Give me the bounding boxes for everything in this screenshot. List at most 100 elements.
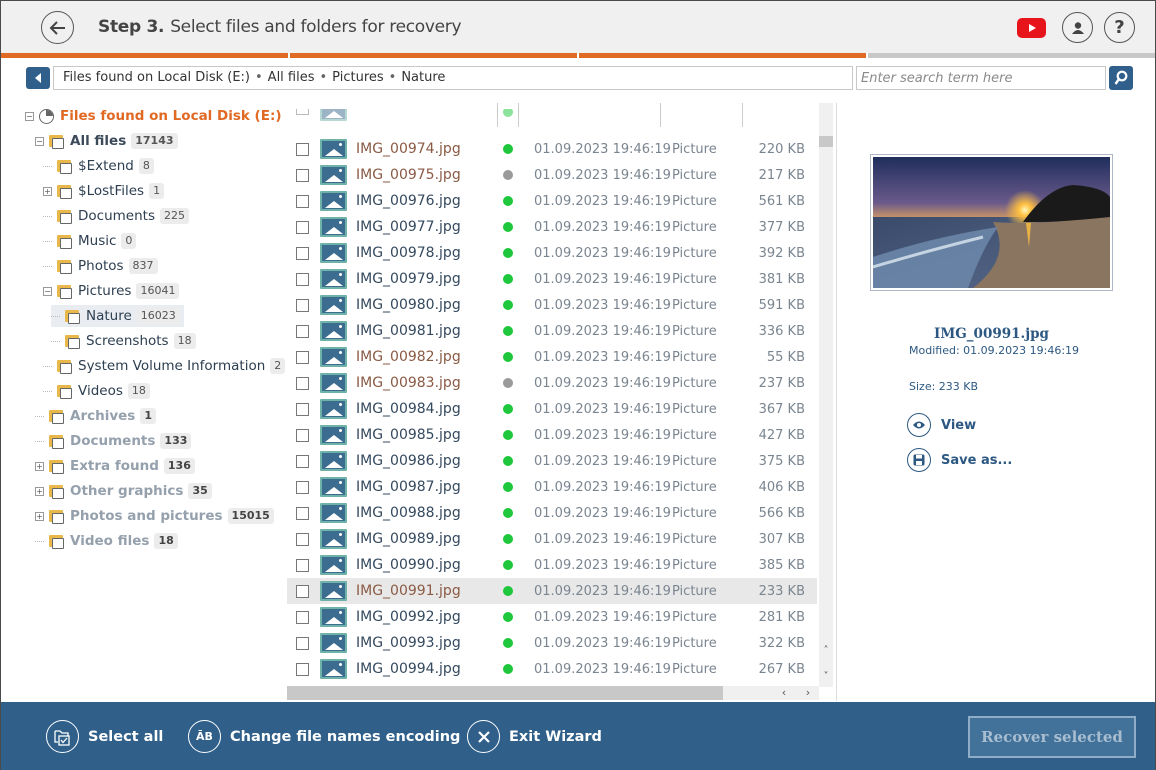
scroll-left-icon[interactable]: ‹ — [777, 686, 791, 700]
row-checkbox[interactable] — [296, 454, 309, 468]
file-row[interactable]: IMG_00978.jpg 01.09.2023 19:46:19 Picture 3… — [287, 240, 817, 266]
row-checkbox[interactable] — [296, 194, 309, 208]
file-row[interactable]: IMG_00991.jpg 01.09.2023 19:46:19 Picture 2… — [287, 578, 817, 604]
row-checkbox[interactable] — [296, 662, 309, 676]
scroll-right-icon[interactable]: › — [801, 686, 815, 700]
folder-checkbox-icon[interactable] — [57, 184, 73, 199]
file-row[interactable]: IMG_00979.jpg 01.09.2023 19:46:19 Picture 3… — [287, 266, 817, 292]
file-row[interactable]: IMG_00981.jpg 01.09.2023 19:46:19 Picture 3… — [287, 318, 817, 344]
tree-node[interactable]: Videos 18 — [43, 380, 150, 402]
tree-node[interactable]: System Volume Information 2 — [43, 355, 286, 377]
scroll-up-icon[interactable]: ˄ — [819, 644, 833, 658]
expand-icon[interactable]: + — [35, 486, 44, 496]
vertical-scroll-thumb[interactable] — [819, 136, 833, 147]
folder-checkbox-icon[interactable] — [49, 434, 65, 449]
folder-checkbox-icon[interactable] — [65, 309, 81, 324]
file-row[interactable]: IMG_00974.jpg 01.09.2023 19:46:19 Picture 2… — [287, 136, 817, 162]
collapse-icon[interactable]: − — [43, 286, 52, 296]
select-all-button[interactable]: Select all — [46, 720, 163, 753]
file-row[interactable]: IMG_00989.jpg 01.09.2023 19:46:19 Picture 3… — [287, 526, 817, 552]
folder-checkbox-icon[interactable] — [57, 234, 73, 249]
folder-checkbox-icon[interactable] — [57, 159, 73, 174]
tree-node[interactable]: Documents 225 — [43, 205, 189, 227]
expand-icon[interactable]: + — [35, 461, 44, 471]
row-checkbox[interactable] — [296, 428, 309, 442]
row-checkbox[interactable] — [296, 480, 309, 494]
search-button[interactable] — [1109, 66, 1133, 90]
tree-node[interactable]: − Pictures 16041 — [43, 280, 180, 302]
tree-node[interactable]: + Photos and pictures 15015 — [35, 505, 274, 527]
folder-checkbox-icon[interactable] — [57, 209, 73, 224]
search-input[interactable] — [856, 66, 1106, 90]
file-row[interactable]: IMG_00985.jpg 01.09.2023 19:46:19 Picture 4… — [287, 422, 817, 448]
tree-node[interactable]: Archives 1 — [35, 405, 156, 427]
file-row[interactable]: IMG_00988.jpg 01.09.2023 19:46:19 Picture 5… — [287, 500, 817, 526]
file-row[interactable]: IMG_00982.jpg 01.09.2023 19:46:19 Picture 5… — [287, 344, 817, 370]
folder-checkbox-icon[interactable] — [57, 384, 73, 399]
folder-checkbox-icon[interactable] — [57, 259, 73, 274]
row-checkbox[interactable] — [296, 532, 309, 546]
recover-selected-button[interactable]: Recover selected — [968, 716, 1136, 758]
folder-checkbox-icon[interactable] — [49, 459, 65, 474]
file-row[interactable]: IMG_00986.jpg 01.09.2023 19:46:19 Picture 3… — [287, 448, 817, 474]
file-row[interactable]: IMG_00977.jpg 01.09.2023 19:46:19 Picture 3… — [287, 214, 817, 240]
folder-checkbox-icon[interactable] — [57, 284, 73, 299]
row-checkbox[interactable] — [296, 584, 309, 598]
breadcrumb-item[interactable]: Files found on Local Disk (E:) — [63, 70, 250, 85]
row-checkbox[interactable] — [296, 376, 309, 390]
change-encoding-button[interactable]: ĀB Change file names encoding — [188, 720, 460, 753]
back-button[interactable] — [41, 11, 74, 44]
youtube-button[interactable] — [1017, 18, 1046, 38]
tree-node[interactable]: Documents 133 — [35, 430, 192, 452]
row-checkbox[interactable] — [296, 558, 309, 572]
file-row[interactable]: IMG_00992.jpg 01.09.2023 19:46:19 Picture 2… — [287, 604, 817, 630]
breadcrumb-item[interactable]: All files — [268, 70, 315, 85]
tree-node[interactable]: − All files 17143 — [35, 130, 178, 152]
folder-checkbox-icon[interactable] — [49, 484, 65, 499]
row-checkbox[interactable] — [296, 298, 309, 312]
account-button[interactable] — [1062, 12, 1093, 43]
row-checkbox[interactable] — [296, 220, 309, 234]
horizontal-scrollbar[interactable]: ‹ › — [287, 686, 819, 700]
exit-wizard-button[interactable]: Exit Wizard — [467, 720, 602, 753]
row-checkbox[interactable] — [296, 610, 309, 624]
horizontal-scroll-thumb[interactable] — [287, 686, 723, 700]
file-row[interactable]: IMG_00987.jpg 01.09.2023 19:46:19 Picture 4… — [287, 474, 817, 500]
vertical-scrollbar[interactable]: ˄ ˅ — [819, 103, 833, 687]
pane-divider[interactable] — [836, 103, 837, 701]
help-button[interactable]: ? — [1104, 12, 1135, 43]
tree-node[interactable]: $Extend 8 — [43, 155, 154, 177]
row-checkbox[interactable] — [296, 350, 309, 364]
row-checkbox[interactable] — [296, 246, 309, 260]
row-checkbox[interactable] — [296, 168, 309, 182]
file-row[interactable]: IMG_00993.jpg 01.09.2023 19:46:19 Picture 3… — [287, 630, 817, 656]
file-row[interactable]: IMG_00976.jpg 01.09.2023 19:46:19 Picture 5… — [287, 188, 817, 214]
folder-checkbox-icon[interactable] — [49, 409, 65, 424]
folder-checkbox-icon[interactable] — [65, 334, 81, 349]
collapse-icon[interactable]: − — [25, 111, 34, 121]
tree-node[interactable]: Screenshots 18 — [51, 330, 196, 352]
collapse-icon[interactable]: − — [35, 136, 44, 146]
file-row[interactable]: IMG_00984.jpg 01.09.2023 19:46:19 Picture 3… — [287, 396, 817, 422]
file-row[interactable]: IMG_00990.jpg 01.09.2023 19:46:19 Picture 3… — [287, 552, 817, 578]
row-checkbox[interactable] — [296, 402, 309, 416]
file-row[interactable]: IMG_00983.jpg 01.09.2023 19:46:19 Picture 2… — [287, 370, 817, 396]
save-as-button[interactable]: Save as... — [907, 448, 1012, 472]
tree-root[interactable]: − Files found on Local Disk (E:) — [25, 105, 282, 127]
row-checkbox[interactable] — [296, 506, 309, 520]
tree-node[interactable]: + Other graphics 35 — [35, 480, 212, 502]
row-checkbox[interactable] — [296, 272, 309, 286]
view-button[interactable]: View — [907, 413, 976, 437]
row-checkbox[interactable] — [296, 109, 309, 115]
row-checkbox[interactable] — [296, 142, 309, 156]
folder-checkbox-icon[interactable] — [49, 509, 65, 524]
tree-node[interactable]: + Extra found 136 — [35, 455, 195, 477]
file-row[interactable]: IMG_00980.jpg 01.09.2023 19:46:19 Picture 5… — [287, 292, 817, 318]
tree-node[interactable]: Video files 18 — [35, 530, 178, 552]
expand-icon[interactable]: + — [43, 186, 52, 196]
folder-checkbox-icon[interactable] — [49, 534, 65, 549]
file-row[interactable]: IMG_00975.jpg 01.09.2023 19:46:19 Picture 2… — [287, 162, 817, 188]
file-row[interactable]: IMG_00994.jpg 01.09.2023 19:46:19 Picture 2… — [287, 656, 817, 682]
path-back-button[interactable] — [26, 67, 50, 89]
breadcrumb-item[interactable]: Nature — [401, 70, 445, 85]
